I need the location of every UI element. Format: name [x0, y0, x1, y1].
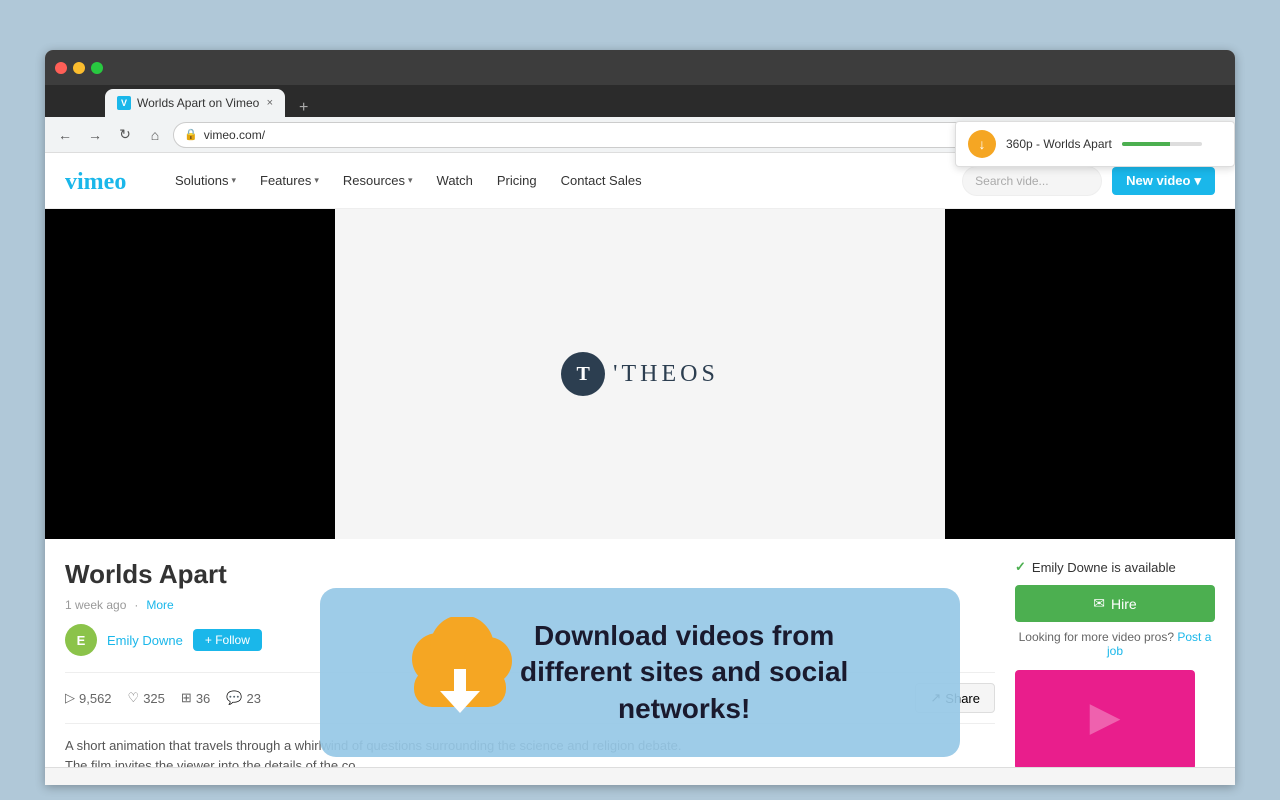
post-job-text: Looking for more video pros? Post a job	[1015, 630, 1215, 658]
video-left-black	[45, 209, 335, 539]
pricing-nav-item[interactable]: Pricing	[487, 167, 547, 194]
video-main-area: T 'THEOS	[335, 209, 945, 539]
theos-circle-icon: T	[561, 352, 605, 396]
likes-stat[interactable]: ♡ 325	[128, 690, 165, 706]
header-right: Search vide... New video ▾	[962, 166, 1215, 196]
saves-count: 36	[196, 691, 210, 706]
contact-sales-nav-item[interactable]: Contact Sales	[551, 167, 652, 194]
main-nav: Solutions ▾ Features ▾ Resources ▾ Watch…	[165, 167, 942, 194]
download-popup: Download videos fromdifferent sites and …	[320, 588, 960, 757]
download-notification: ↓ 360p - Worlds Apart	[955, 121, 1235, 167]
download-progress-fill	[1122, 142, 1170, 146]
new-tab-area: +	[285, 99, 322, 117]
svg-text:vimeo: vimeo	[65, 169, 126, 195]
resources-chevron-icon: ▾	[408, 175, 413, 186]
page-content: vimeo Solutions ▾ Features ▾ Resources ▾	[45, 153, 1235, 785]
video-thumbnail-preview: ▶	[1015, 670, 1195, 770]
author-name[interactable]: Emily Downe	[107, 633, 183, 648]
views-count: 9,562	[79, 691, 112, 706]
active-tab[interactable]: V Worlds Apart on Vimeo ×	[105, 89, 285, 117]
popup-text-content: Download videos fromdifferent sites and …	[520, 620, 848, 724]
popup-text: Download videos fromdifferent sites and …	[520, 618, 848, 727]
features-chevron-icon: ▾	[314, 175, 319, 186]
tab-title: Worlds Apart on Vimeo	[137, 96, 259, 110]
follow-button[interactable]: + Follow	[193, 629, 262, 651]
new-video-button[interactable]: New video ▾	[1112, 167, 1215, 195]
close-window-button[interactable]	[55, 62, 67, 74]
download-label: 360p - Worlds Apart	[1006, 137, 1112, 151]
reload-button[interactable]: ↻	[113, 123, 137, 147]
comment-icon: 💬	[226, 690, 242, 706]
maximize-window-button[interactable]	[91, 62, 103, 74]
likes-count: 325	[143, 691, 165, 706]
saves-stat[interactable]: ⊞ 36	[181, 690, 210, 706]
posted-time: 1 week ago	[65, 598, 126, 612]
search-placeholder: Search vide...	[975, 174, 1048, 188]
check-icon: ✓	[1015, 559, 1026, 575]
upload-close-button[interactable]: ×	[61, 784, 70, 786]
more-link[interactable]: More	[146, 598, 173, 612]
minimize-window-button[interactable]	[73, 62, 85, 74]
solutions-nav-item[interactable]: Solutions ▾	[165, 167, 246, 194]
play-icon: ▷	[65, 690, 75, 706]
url-text: vimeo.com/	[204, 128, 265, 142]
video-title: Worlds Apart	[65, 559, 995, 590]
hire-mail-icon: ✉	[1093, 595, 1105, 612]
vimeo-logo[interactable]: vimeo	[65, 166, 145, 196]
download-progress-bar	[1122, 142, 1202, 146]
tab-bar: V Worlds Apart on Vimeo × +	[45, 85, 1235, 117]
bookmark-stat-icon: ⊞	[181, 690, 192, 706]
video-right-black	[945, 209, 1235, 539]
theos-logo: T 'THEOS	[561, 352, 719, 396]
download-icon: ↓	[968, 130, 996, 158]
comments-stat[interactable]: 💬 23	[226, 690, 261, 706]
author-avatar: E	[65, 624, 97, 656]
browser-titlebar	[45, 50, 1235, 85]
add-tab-button[interactable]: +	[293, 99, 314, 117]
views-stat: ▷ 9,562	[65, 690, 112, 706]
browser-toolbar: ← → ↻ ⌂ 🔒 vimeo.com/ ☆ ⚙ ⋮ ↓ 360p - Worl…	[45, 117, 1235, 153]
search-box[interactable]: Search vide...	[962, 166, 1102, 196]
upload-bar: × Uploa...	[45, 767, 1235, 785]
theos-text: 'THEOS	[613, 361, 719, 388]
svg-text:▶: ▶	[1090, 695, 1121, 739]
back-button[interactable]: ←	[53, 123, 77, 147]
available-row: ✓ Emily Downe is available	[1015, 559, 1215, 575]
ssl-lock-icon: 🔒	[184, 128, 198, 141]
comments-count: 23	[246, 691, 260, 706]
home-button[interactable]: ⌂	[143, 123, 167, 147]
tab-favicon: V	[117, 96, 131, 110]
tab-close-button[interactable]: ×	[267, 97, 273, 109]
forward-button[interactable]: →	[83, 123, 107, 147]
available-text: Emily Downe is available	[1032, 560, 1176, 575]
popup-cloud-icon	[400, 617, 520, 727]
solutions-chevron-icon: ▾	[231, 175, 236, 186]
heart-icon: ♡	[128, 690, 140, 706]
resources-nav-item[interactable]: Resources ▾	[333, 167, 423, 194]
watch-nav-item[interactable]: Watch	[427, 167, 483, 194]
video-player[interactable]: T 'THEOS	[45, 209, 1235, 539]
hire-button[interactable]: ✉ Hire	[1015, 585, 1215, 622]
features-nav-item[interactable]: Features ▾	[250, 167, 329, 194]
hire-panel: ✓ Emily Downe is available ✉ Hire Lookin…	[1015, 559, 1215, 775]
new-video-chevron-icon: ▾	[1194, 173, 1201, 189]
browser-window: V Worlds Apart on Vimeo × + ← → ↻ ⌂ 🔒 vi…	[45, 50, 1235, 785]
